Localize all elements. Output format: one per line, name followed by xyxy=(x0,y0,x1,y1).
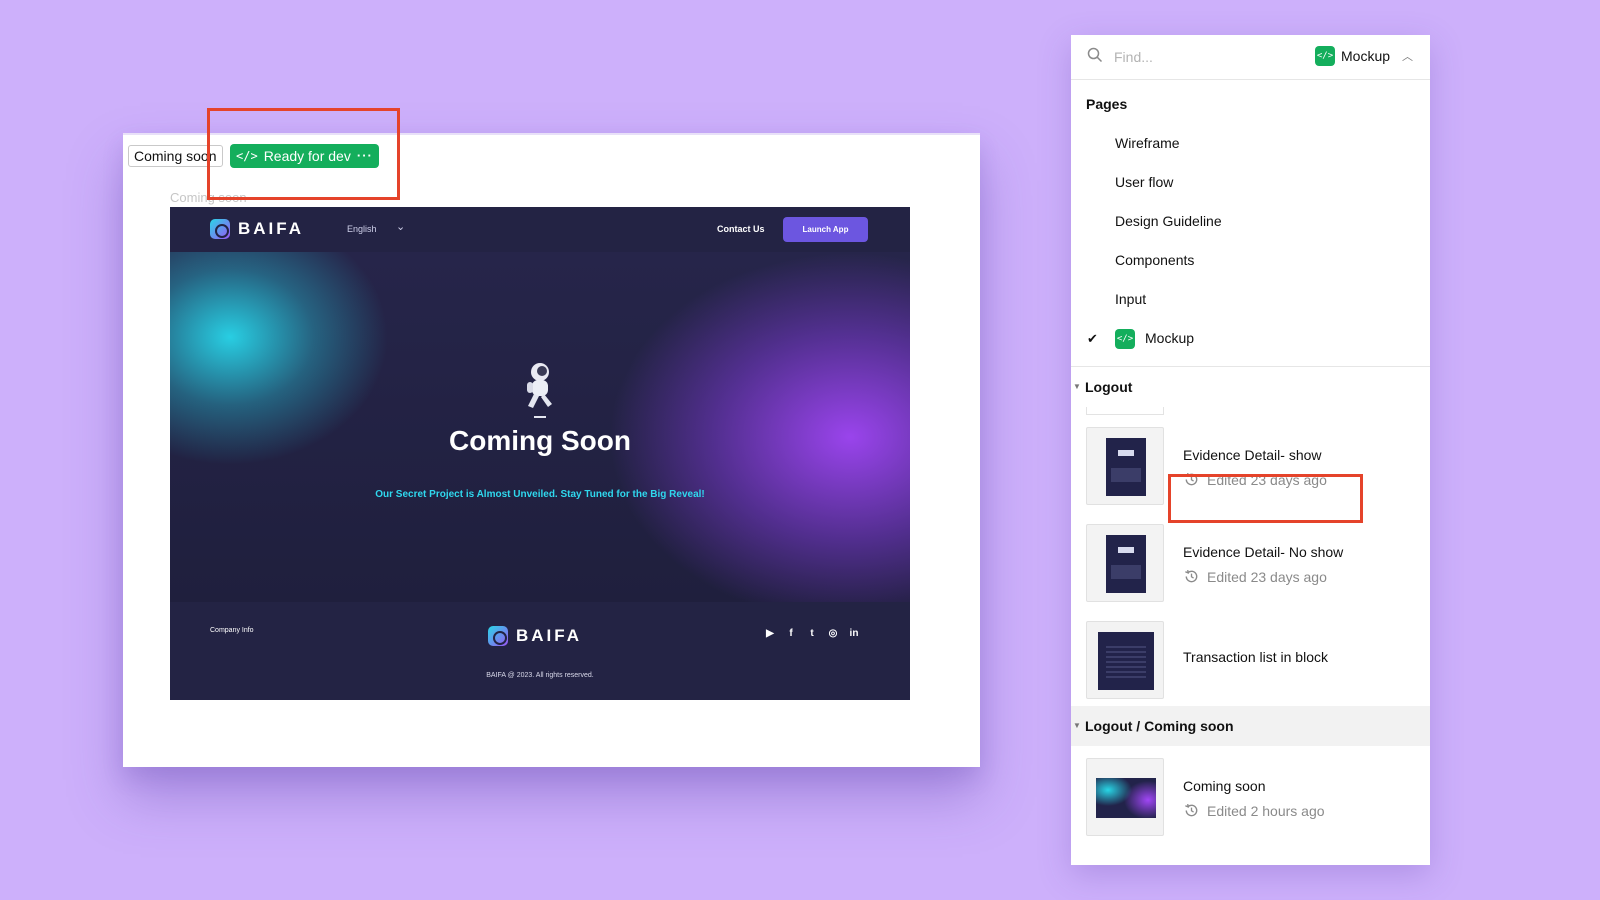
edited-time: Edited 2 hours ago xyxy=(1207,802,1325,819)
history-icon xyxy=(1185,569,1198,583)
brand-wordmark: BAIFA xyxy=(238,219,304,238)
hero-subtitle: Our Secret Project is Almost Unveiled. S… xyxy=(375,489,705,500)
hero-title: Coming Soon xyxy=(449,425,631,456)
page-switcher[interactable]: </> Mockup ︿ xyxy=(1315,46,1413,66)
brand-wordmark: BAIFA xyxy=(516,626,582,645)
frame-thumbnail-partial xyxy=(1086,407,1164,415)
chevron-up-icon[interactable]: ︿ xyxy=(1402,48,1413,64)
frame-edited: Edited 23 days ago xyxy=(1183,568,1327,585)
instagram-icon[interactable]: ◎ xyxy=(827,628,839,639)
frame-name: Evidence Detail- show xyxy=(1183,447,1322,463)
search-input[interactable] xyxy=(1114,47,1294,67)
site-footer: Company Info BAIFA ▶ f t ◎ in BAIFA @ 20… xyxy=(170,602,910,700)
frame-thumbnail xyxy=(1086,758,1164,836)
history-icon xyxy=(1185,803,1198,817)
frame-name: Coming soon xyxy=(1183,778,1266,794)
pages-heading: Pages xyxy=(1086,96,1128,112)
frame-thumbnail xyxy=(1086,524,1164,602)
frame-edited: Edited 2 hours ago xyxy=(1183,802,1325,819)
checkmark-icon: ✔ xyxy=(1087,331,1098,346)
linkedin-icon[interactable]: in xyxy=(848,628,860,639)
page-item-components[interactable]: Components xyxy=(1071,241,1430,280)
brand-mark-icon xyxy=(488,626,508,646)
pages-list: Pages Wireframe User flow Design Guideli… xyxy=(1071,80,1430,367)
caret-down-icon[interactable]: ▼ xyxy=(1073,382,1081,391)
page-item-design-guideline[interactable]: Design Guideline xyxy=(1071,202,1430,241)
frame-name: Evidence Detail- No show xyxy=(1183,544,1344,560)
launch-app-button[interactable]: Launch App xyxy=(783,217,868,242)
page-item-wireframe[interactable]: Wireframe xyxy=(1071,124,1430,163)
chevron-down-icon[interactable]: ⌄ xyxy=(396,220,405,233)
astronaut-illustration xyxy=(527,363,552,418)
facebook-icon[interactable]: f xyxy=(785,628,797,639)
youtube-icon[interactable]: ▶ xyxy=(764,628,776,639)
social-links: ▶ f t ◎ in xyxy=(764,628,860,639)
frame-item[interactable]: Transaction list in block xyxy=(1071,609,1430,706)
edited-time: Edited 23 days ago xyxy=(1207,568,1327,585)
current-page-label: Mockup xyxy=(1341,48,1391,64)
company-info-link[interactable]: Company Info xyxy=(210,627,254,634)
frame-name: Transaction list in block xyxy=(1183,649,1328,665)
frame-thumbnail xyxy=(1086,621,1164,699)
frame-item[interactable]: Coming soon Edited 2 hours ago xyxy=(1071,746,1430,843)
dev-mode-icon: </> xyxy=(1315,46,1335,66)
copyright-text: BAIFA @ 2023. All rights reserved. xyxy=(486,672,594,679)
page-item-label: Mockup xyxy=(1145,330,1195,346)
frame-thumbnail xyxy=(1086,427,1164,505)
website-mockup[interactable]: BAIFA English ⌄ Contact Us Launch App Co… xyxy=(170,207,910,700)
pages-panel: </> Mockup ︿ Pages Wireframe User flow D… xyxy=(1071,35,1430,865)
site-navbar: BAIFA English ⌄ Contact Us Launch App xyxy=(170,207,910,252)
brand-logo[interactable]: BAIFA xyxy=(210,219,304,239)
footer-brand-logo[interactable]: BAIFA xyxy=(488,626,582,646)
section-header-logout[interactable]: ▼ Logout xyxy=(1071,367,1430,407)
brand-mark-icon xyxy=(210,219,230,239)
language-select[interactable]: English xyxy=(347,224,377,234)
section-header-logout-coming-soon[interactable]: ▼ Logout / Coming soon xyxy=(1071,706,1430,746)
dev-mode-icon: </> xyxy=(1115,328,1135,349)
contact-us-link[interactable]: Contact Us xyxy=(717,224,765,234)
caret-down-icon[interactable]: ▼ xyxy=(1073,721,1081,730)
search-bar: </> Mockup ︿ xyxy=(1071,35,1430,80)
page-item-user-flow[interactable]: User flow xyxy=(1071,163,1430,202)
page-item-mockup[interactable]: ✔ </> Mockup xyxy=(1071,319,1430,358)
search-icon xyxy=(1087,47,1103,63)
section-title: Logout / Coming soon xyxy=(1085,718,1234,734)
section-title: Logout xyxy=(1085,379,1133,395)
hero-section: Coming Soon Our Secret Project is Almost… xyxy=(170,252,910,602)
frame-item[interactable]: Evidence Detail- No show Edited 23 days … xyxy=(1071,512,1430,609)
page-item-input[interactable]: Input xyxy=(1071,280,1430,319)
highlight-box-edited xyxy=(1168,474,1363,523)
highlight-box-badge xyxy=(207,108,400,200)
twitter-icon[interactable]: t xyxy=(806,628,818,639)
